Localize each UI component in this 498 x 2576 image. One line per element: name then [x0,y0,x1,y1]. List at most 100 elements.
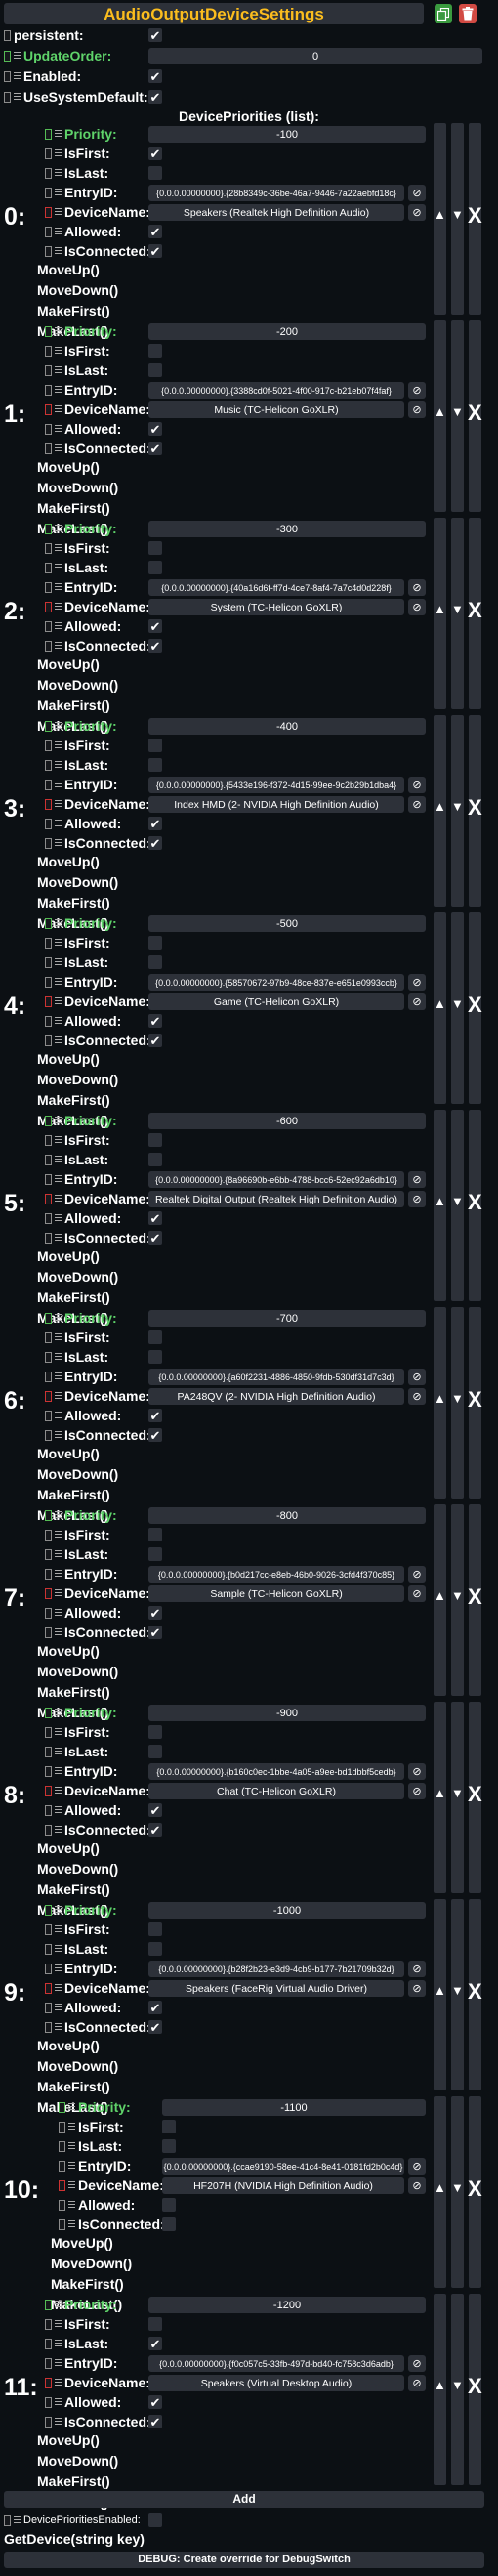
is-connected-override-marker[interactable] [45,1824,52,1836]
device-name-override-marker[interactable] [45,1982,52,1994]
is-connected-override-marker[interactable] [45,1035,52,1046]
delete-button[interactable] [459,4,477,23]
is-connected-checkbox[interactable]: ✔ [148,1231,162,1245]
move-up-method[interactable]: MoveUp() [37,854,100,869]
update-order-override-marker[interactable] [4,50,11,62]
drag-handle-icon[interactable] [55,780,62,789]
is-first-override-marker[interactable] [45,1134,52,1146]
clear-button[interactable]: ⊘ [408,204,426,221]
drag-handle-icon[interactable] [55,1588,62,1598]
make-first-method[interactable]: MakeFirst() [37,500,110,516]
move-up-icon[interactable]: ▲ [434,207,446,222]
device-name-field[interactable]: System (TC-Helicon GoXLR) [148,599,404,615]
is-first-override-marker[interactable] [45,345,52,357]
drag-handle-icon[interactable] [55,1964,62,1973]
is-last-override-marker[interactable] [45,2338,52,2349]
is-last-override-marker[interactable] [45,956,52,968]
move-up-method[interactable]: MoveUp() [37,1840,100,1856]
clear-button[interactable]: ⊘ [408,2355,426,2372]
drag-handle-icon[interactable] [14,71,21,81]
drag-handle-icon[interactable] [55,582,62,592]
device-name-override-marker[interactable] [45,403,52,415]
clear-button[interactable]: ⊘ [408,599,426,615]
clear-button[interactable]: ⊘ [408,1585,426,1602]
is-first-checkbox[interactable] [148,1922,162,1936]
move-down-icon[interactable]: ▼ [451,1588,464,1603]
move-up-method[interactable]: MoveUp() [37,1051,100,1067]
is-connected-override-marker[interactable] [45,640,52,652]
drag-handle-icon[interactable] [55,1332,62,1342]
is-first-checkbox[interactable] [148,1528,162,1541]
entry-id-override-marker[interactable] [45,1371,52,1382]
drag-handle-icon[interactable] [55,1391,62,1401]
allowed-checkbox[interactable]: ✔ [148,2395,162,2409]
is-connected-checkbox[interactable]: ✔ [148,244,162,258]
move-up-method[interactable]: MoveUp() [37,1248,100,1264]
drag-handle-icon[interactable] [55,1510,62,1520]
priority-field[interactable]: -1200 [148,2297,426,2313]
drag-handle-icon[interactable] [55,641,62,651]
entry-id-field[interactable]: {0.0.0.00000000}.{3388cd0f-5021-4f00-917… [148,382,404,399]
move-up-method[interactable]: MoveUp() [37,2038,100,2053]
drag-handle-icon[interactable] [55,2339,62,2348]
is-last-override-marker[interactable] [45,1548,52,1560]
drag-handle-icon[interactable] [55,1747,62,1756]
priority-field[interactable]: -400 [148,718,426,735]
move-up-method[interactable]: MoveUp() [37,1643,100,1659]
is-connected-override-marker[interactable] [45,1232,52,1244]
is-connected-override-marker[interactable] [45,443,52,454]
is-connected-override-marker[interactable] [45,1429,52,1441]
move-up-icon[interactable]: ▲ [434,1391,446,1406]
is-first-checkbox[interactable] [148,1133,162,1147]
is-last-override-marker[interactable] [59,2140,65,2152]
allowed-checkbox[interactable]: ✔ [148,1606,162,1620]
device-priorities-enabled-checkbox[interactable] [148,2513,162,2527]
make-first-method[interactable]: MakeFirst() [37,2079,110,2094]
device-name-override-marker[interactable] [59,2179,65,2191]
move-down-icon[interactable]: ▼ [451,2378,464,2392]
move-up-icon[interactable]: ▲ [434,996,446,1011]
is-first-checkbox[interactable] [148,2317,162,2331]
drag-handle-icon[interactable] [68,2122,75,2132]
move-down-icon[interactable]: ▼ [451,404,464,419]
is-last-override-marker[interactable] [45,562,52,573]
allowed-override-marker[interactable] [45,1015,52,1027]
remove-item-icon[interactable]: X [468,203,482,229]
drag-handle-icon[interactable] [55,227,62,236]
allowed-checkbox[interactable]: ✔ [148,2001,162,2014]
drag-handle-icon[interactable] [55,838,62,848]
drag-handle-icon[interactable] [55,918,62,928]
device-name-override-marker[interactable] [45,798,52,810]
drag-handle-icon[interactable] [55,1352,62,1362]
drag-handle-icon[interactable] [55,740,62,750]
drag-handle-icon[interactable] [55,365,62,375]
move-down-method[interactable]: MoveDown() [37,282,118,298]
drag-handle-icon[interactable] [55,2378,62,2387]
entry-id-override-marker[interactable] [45,1568,52,1580]
entry-id-field[interactable]: {0.0.0.00000000}.{a60f2231-4886-4850-9fd… [148,1369,404,1385]
entry-id-override-marker[interactable] [45,1963,52,1974]
make-first-method[interactable]: MakeFirst() [37,303,110,318]
move-down-method[interactable]: MoveDown() [37,2453,118,2469]
device-name-override-marker[interactable] [45,206,52,218]
allowed-checkbox[interactable]: ✔ [148,1211,162,1225]
device-name-override-marker[interactable] [45,1587,52,1599]
drag-handle-icon[interactable] [55,1805,62,1815]
is-connected-checkbox[interactable]: ✔ [148,442,162,455]
drag-handle-icon[interactable] [55,168,62,178]
entry-id-override-marker[interactable] [45,779,52,790]
device-name-field[interactable]: Speakers (Realtek High Definition Audio) [148,204,404,221]
make-first-method[interactable]: MakeFirst() [37,895,110,910]
drag-handle-icon[interactable] [55,326,62,336]
is-first-checkbox[interactable] [148,1330,162,1344]
drag-handle-icon[interactable] [55,621,62,631]
drag-handle-icon[interactable] [55,1983,62,1993]
allowed-override-marker[interactable] [45,620,52,632]
drag-handle-icon[interactable] [55,1608,62,1618]
make-first-method[interactable]: MakeFirst() [37,697,110,713]
drag-handle-icon[interactable] [55,207,62,217]
drag-handle-icon[interactable] [55,1627,62,1637]
is-connected-checkbox[interactable]: ✔ [148,639,162,653]
drag-handle-icon[interactable] [55,1549,62,1559]
allowed-checkbox[interactable]: ✔ [148,817,162,830]
